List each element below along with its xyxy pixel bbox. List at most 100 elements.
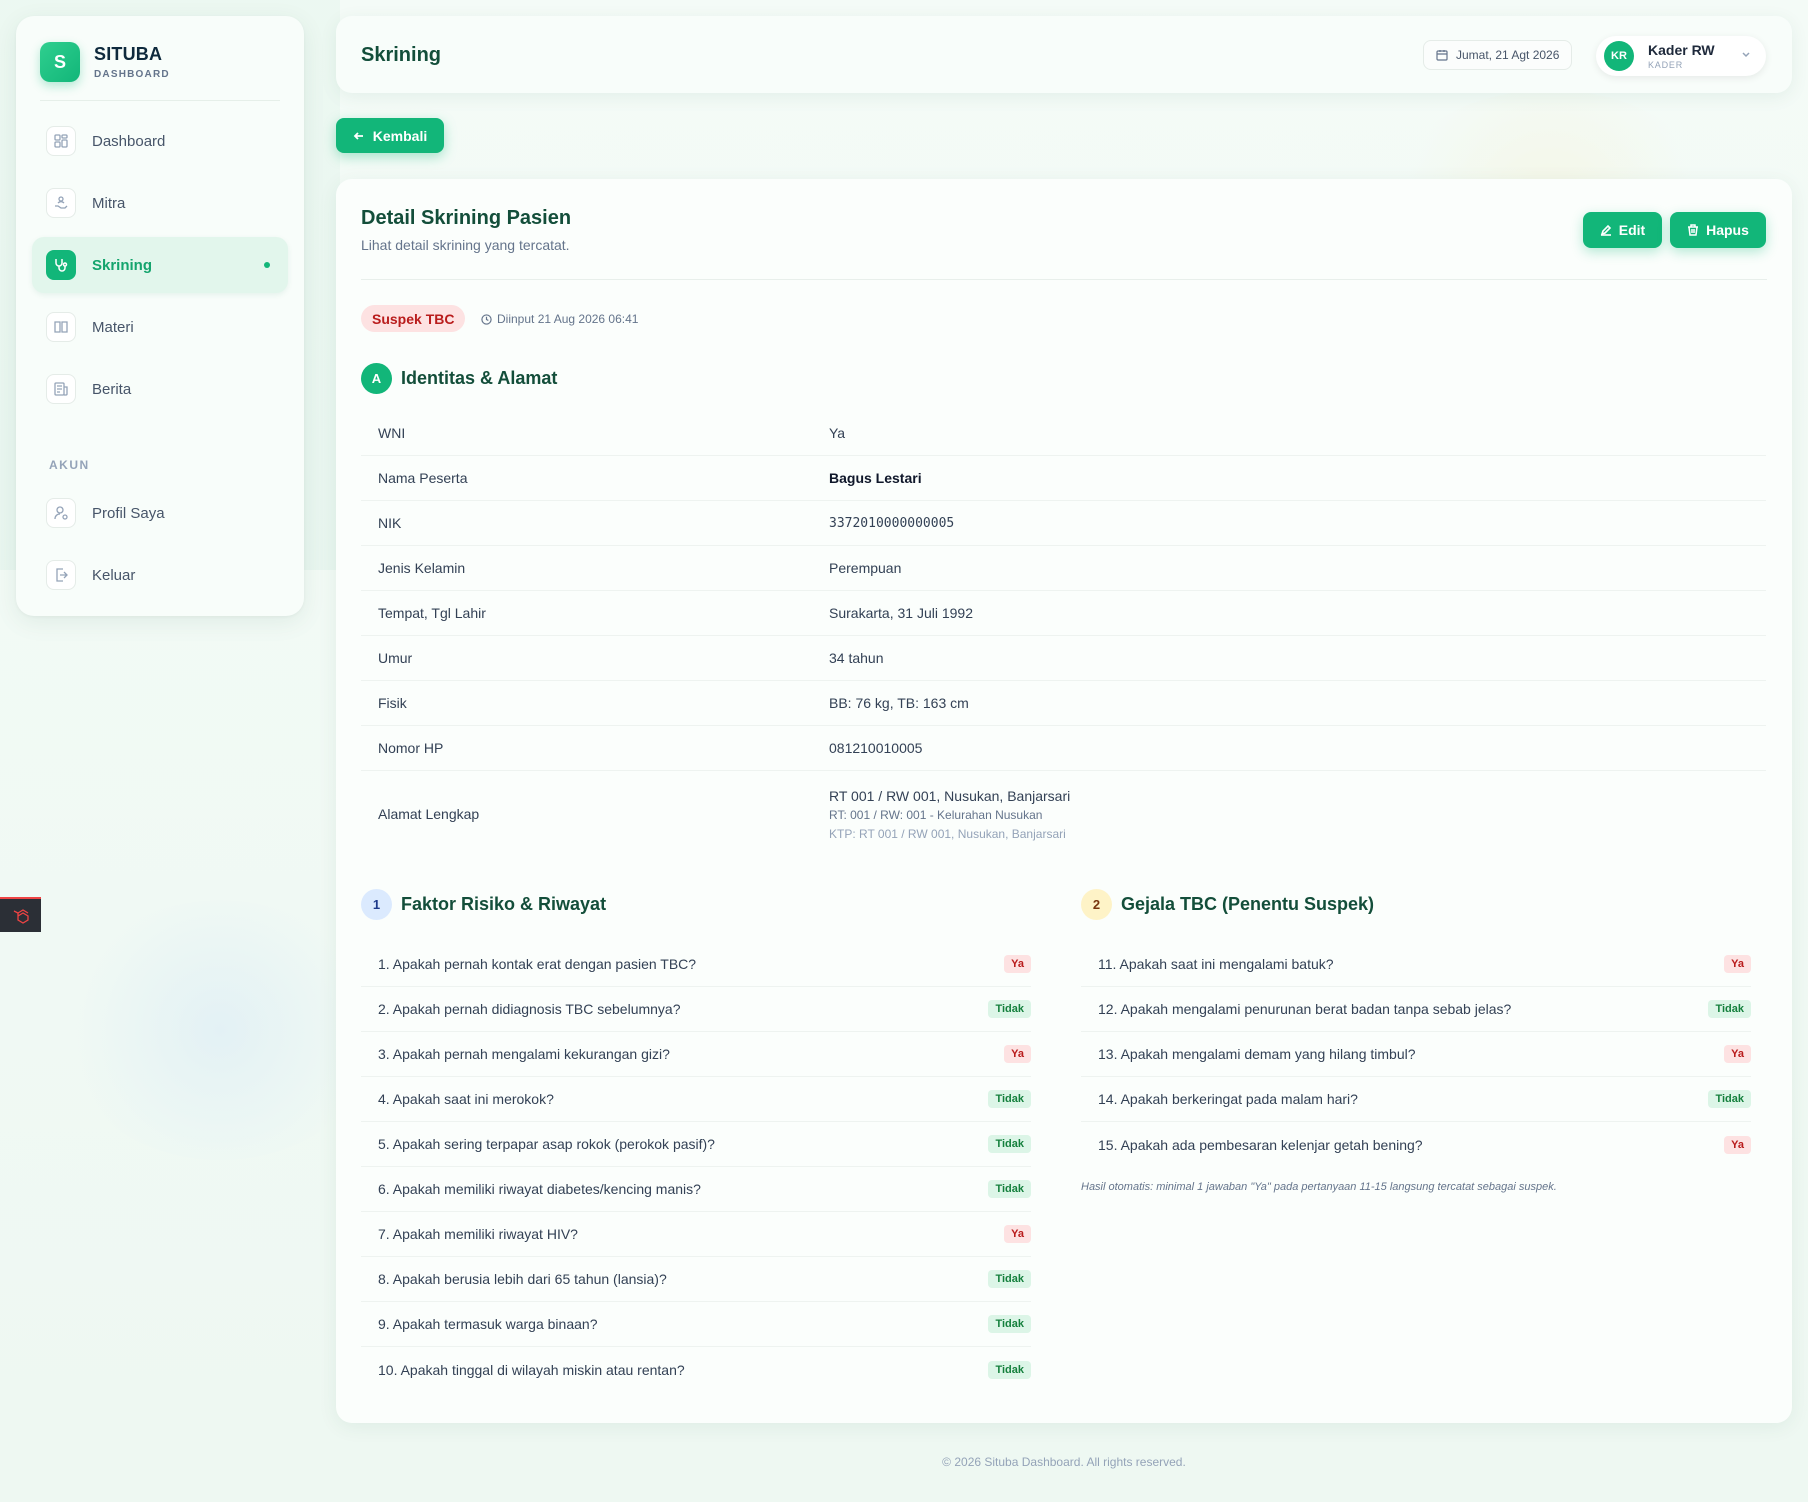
card-title: Detail Skrining Pasien [361,207,572,229]
current-date: Jumat, 21 Agt 2026 [1456,48,1560,62]
answer-badge: Ya [1724,955,1751,973]
answer-badge: Tidak [988,1315,1031,1333]
clock-icon [481,313,492,325]
question-text: 8. Apakah berusia lebih dari 65 tahun (l… [378,1271,667,1287]
table-row: Tempat, Tgl Lahir Surakarta, 31 Juli 199… [361,591,1766,636]
debug-toolbar-toggle[interactable] [0,897,41,932]
brand-logo: S [40,42,80,82]
sidebar-item-label: Dashboard [92,132,166,150]
card-subtitle: Lihat detail skrining yang tercatat. [361,237,570,253]
row-label: Jenis Kelamin [378,560,466,576]
table-row: NIK 3372010000000005 [361,501,1766,546]
input-time-text: Diinput 21 Aug 2026 06:41 [497,312,639,326]
row-label: WNI [378,425,406,441]
answer-badge: Ya [1724,1135,1751,1154]
user-icon [46,498,76,528]
back-button[interactable]: Kembali [336,118,444,153]
laravel-logo-icon [13,908,29,924]
section-title: Gejala TBC (Penentu Suspek) [1121,894,1375,914]
section-badge: A [361,363,392,394]
section-header-symptoms: 2 Gejala TBC (Penentu Suspek) [1081,889,1374,920]
answer-badge: Tidak [988,1090,1031,1108]
section-badge: 1 [361,889,392,920]
table-row: WNI Ya [361,411,1766,456]
table-row: Alamat Lengkap RT 001 / RW 001, Nusukan,… [361,771,1766,857]
question-row: 12. Apakah mengalami penurunan berat bad… [1081,987,1751,1032]
date-chip: Jumat, 21 Agt 2026 [1423,40,1573,70]
question-text: 10. Apakah tinggal di wilayah miskin ata… [378,1361,685,1378]
table-row: Jenis Kelamin Perempuan [361,546,1766,591]
address-detail: RT: 001 / RW: 001 - Kelurahan Nusukan [829,807,1043,822]
question-row: 1. Apakah pernah kontak erat dengan pasi… [361,942,1031,987]
answer-badge: Tidak [988,1180,1031,1198]
newspaper-icon [46,374,76,404]
grid-icon [46,126,76,156]
background-glow [60,900,380,1160]
table-row: Nomor HP 081210010005 [361,726,1766,771]
row-value: Bagus Lestari [829,470,922,486]
question-text: 15. Apakah ada pembesaran kelenjar getah… [1098,1136,1423,1153]
user-role: KADER [1648,60,1684,70]
question-text: 6. Apakah memiliki riwayat diabetes/kenc… [378,1181,701,1197]
row-value: BB: 76 kg, TB: 163 cm [829,695,969,711]
question-text: 9. Apakah termasuk warga binaan? [378,1316,598,1332]
row-value: Ya [829,425,846,441]
brand-name: SITUBA [94,44,163,64]
delete-button[interactable]: Hapus [1670,212,1766,248]
sidebar-item-label: Mitra [92,194,126,212]
question-row: 10. Apakah tinggal di wilayah miskin ata… [361,1347,1031,1392]
auto-result-note: Hasil otomatis: minimal 1 jawaban "Ya" p… [1081,1181,1557,1193]
row-label: Fisik [378,695,407,711]
answer-badge: Tidak [988,1270,1031,1288]
edit-button[interactable]: Edit [1583,212,1662,248]
question-row: 9. Apakah termasuk warga binaan? Tidak [361,1302,1031,1347]
sidebar-item-keluar[interactable]: Keluar [32,547,288,603]
sidebar-item-profil[interactable]: Profil Saya [32,485,288,541]
handshake-icon [46,188,76,218]
sidebar-item-label: Keluar [92,566,136,584]
answer-badge: Tidak [1708,1090,1751,1108]
avatar: KR [1604,41,1634,71]
brand[interactable]: S SITUBA DASHBOARD [40,42,170,82]
sidebar-item-materi[interactable]: Materi [32,299,288,355]
page-title: Skrining [361,44,442,66]
row-label: Nama Peserta [378,470,468,486]
row-label: Alamat Lengkap [378,806,480,822]
user-name: Kader RW [1648,42,1715,58]
row-label: NIK [378,515,402,531]
sidebar: S SITUBA DASHBOARD Dashboard Mitra Skrin… [16,16,304,616]
brand-subtitle: DASHBOARD [94,69,170,80]
book-icon [46,312,76,342]
address-value: RT 001 / RW 001, Nusukan, Banjarsari RT:… [829,788,1766,841]
divider [40,100,280,101]
answer-badge: Tidak [988,1000,1031,1018]
question-text: 12. Apakah mengalami penurunan berat bad… [1098,1001,1512,1017]
sidebar-item-label: Profil Saya [92,504,165,522]
sidebar-item-dashboard[interactable]: Dashboard [32,113,288,169]
row-value: 081210010005 [829,740,923,756]
sidebar-item-skrining[interactable]: Skrining [32,237,288,293]
row-value: 34 tahun [829,650,884,666]
answer-badge: Tidak [1708,1000,1751,1018]
question-row: 11. Apakah saat ini mengalami batuk? Ya [1081,942,1751,987]
question-row: 8. Apakah berusia lebih dari 65 tahun (l… [361,1257,1031,1302]
trash-icon [1688,224,1699,236]
sidebar-item-mitra[interactable]: Mitra [32,175,288,231]
section-badge: 2 [1081,889,1112,920]
question-text: 14. Apakah berkeringat pada malam hari? [1098,1091,1358,1107]
edit-label: Edit [1618,222,1646,238]
user-menu[interactable]: KR Kader RW KADER [1596,36,1766,76]
delete-label: Hapus [1706,222,1749,238]
question-row: 14. Apakah berkeringat pada malam hari? T… [1081,1077,1751,1122]
table-row: Nama Peserta Bagus Lestari [361,456,1766,501]
row-value: Perempuan [829,560,902,576]
question-row: 6. Apakah memiliki riwayat diabetes/kenc… [361,1167,1031,1212]
section-header-identity: A Identitas & Alamat [361,363,557,394]
stethoscope-icon [46,250,76,280]
sidebar-item-berita[interactable]: Berita [32,361,288,417]
question-text: 13. Apakah mengalami demam yang hilang t… [1098,1046,1416,1062]
divider [361,279,1767,280]
row-value: 3372010000000005 [829,515,955,531]
sidebar-section-label: AKUN [49,458,90,472]
question-text: 11. Apakah saat ini mengalami batuk? [1098,956,1334,972]
